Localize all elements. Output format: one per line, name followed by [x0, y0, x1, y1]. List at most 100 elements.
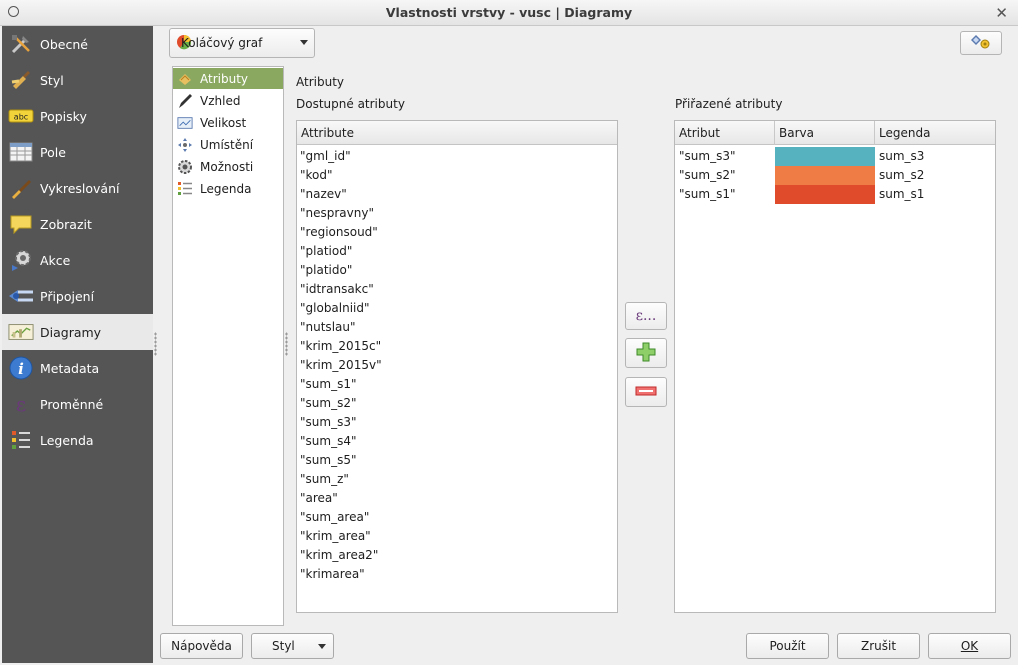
available-attributes-table: Attribute "gml_id" "kod" "nazev" "nespra… — [296, 120, 618, 613]
list-item[interactable]: "sum_s5" — [300, 451, 356, 470]
window-title: Vlastnosti vrstvy - vusc | Diagramy — [385, 5, 633, 20]
sidebar-splitter[interactable] — [154, 332, 157, 356]
list-item[interactable]: "krimarea" — [300, 565, 365, 584]
sidebar-item-label: Popisky — [40, 108, 87, 124]
diagram-type-select[interactable]: Koláčový graf — [169, 28, 315, 58]
list-item[interactable]: "krim_2015c" — [300, 337, 381, 356]
svg-text:abc: abc — [14, 113, 28, 122]
expression-label: ε... — [635, 308, 657, 324]
sidebar-item-label: Legenda — [40, 432, 94, 448]
ok-button[interactable]: OK — [928, 633, 1011, 659]
list-item[interactable]: "platiod" — [300, 242, 352, 261]
placement-icon — [177, 137, 193, 153]
sidebar-item-akce[interactable]: Akce — [2, 242, 153, 278]
list-item[interactable]: "sum_s4" — [300, 432, 356, 451]
pen-icon — [177, 93, 193, 109]
list-item[interactable]: "krim_2015v" — [300, 356, 382, 375]
list-item[interactable]: "area" — [300, 489, 338, 508]
layer-settings-icon — [970, 34, 992, 53]
diagram-type-value: Koláčový graf — [181, 36, 263, 50]
table-row[interactable]: "sum_s2" sum_s2 — [675, 166, 993, 185]
list-item[interactable]: "nutslau" — [300, 318, 356, 337]
sidebar-item-label: Akce — [40, 252, 71, 268]
diagram-subnav: Atributy Vzhled Velikost Umístění Možnos… — [172, 66, 284, 626]
add-attribute-button[interactable] — [625, 338, 667, 368]
column-header-atribut[interactable]: Atribut — [675, 121, 775, 145]
subnav-item-velikost[interactable]: Velikost — [173, 112, 283, 133]
chevron-down-icon — [300, 40, 308, 45]
color-swatch[interactable] — [775, 166, 875, 185]
sidebar-item-metadata[interactable]: i Metadata — [2, 350, 153, 386]
list-item[interactable]: "krim_area2" — [300, 546, 378, 565]
subnav-item-label: Atributy — [200, 71, 248, 86]
list-item[interactable]: "sum_z" — [300, 470, 349, 489]
table-header: Attribute — [297, 121, 617, 145]
sidebar-item-vykreslovani[interactable]: Vykreslování — [2, 170, 153, 206]
sidebar-item-legenda[interactable]: Legenda — [2, 422, 153, 458]
plus-icon — [636, 342, 656, 365]
list-item[interactable]: "nazev" — [300, 185, 347, 204]
color-swatch[interactable] — [775, 147, 875, 166]
subnav-item-atributy[interactable]: Atributy — [173, 68, 283, 89]
sidebar-item-label: Styl — [40, 72, 64, 88]
list-item[interactable]: "kod" — [300, 166, 333, 185]
sidebar-item-obecne[interactable]: Obecné — [2, 26, 153, 62]
column-header-barva[interactable]: Barva — [775, 121, 875, 145]
table-header: Atribut Barva Legenda — [675, 121, 995, 145]
sidebar-item-zobrazit[interactable]: Zobrazit — [2, 206, 153, 242]
list-item[interactable]: "regionsoud" — [300, 223, 378, 242]
list-item[interactable]: "krim_area" — [300, 527, 371, 546]
sidebar-item-pole[interactable]: Pole — [2, 134, 153, 170]
list-item[interactable]: "sum_s3" — [300, 413, 356, 432]
subnav-item-moznosti[interactable]: Možnosti — [173, 156, 283, 177]
list-item[interactable]: "sum_s2" — [300, 394, 356, 413]
attribute-cell[interactable]: "sum_s1" — [675, 185, 775, 204]
subnav-item-legenda[interactable]: Legenda — [173, 178, 283, 199]
title-bar: Vlastnosti vrstvy - vusc | Diagramy ✕ — [0, 0, 1018, 26]
list-item[interactable]: "sum_s1" — [300, 375, 356, 394]
cancel-button-label: Zrušit — [860, 639, 897, 653]
attribute-cell[interactable]: "sum_s3" — [675, 147, 775, 166]
sidebar-item-popisky[interactable]: abc Popisky — [2, 98, 153, 134]
list-item[interactable]: "nespravny" — [300, 204, 374, 223]
subnav-splitter[interactable] — [285, 332, 288, 356]
sidebar-item-pripojeni[interactable]: Připojení — [2, 278, 153, 314]
list-item[interactable]: "gml_id" — [300, 147, 351, 166]
attribute-cell[interactable]: "sum_s2" — [675, 166, 775, 185]
sidebar-item-styl[interactable]: Styl — [2, 62, 153, 98]
list-item[interactable]: "globalniid" — [300, 299, 370, 318]
cancel-button[interactable]: Zrušit — [837, 633, 920, 659]
svg-text:ε: ε — [16, 392, 26, 416]
expression-button[interactable]: ε... — [625, 302, 667, 330]
sidebar-item-label: Zobrazit — [40, 216, 92, 232]
subnav-item-vzhled[interactable]: Vzhled — [173, 90, 283, 111]
diagram-settings-button[interactable] — [960, 31, 1002, 55]
legend-cell[interactable]: sum_s3 — [875, 147, 993, 166]
list-item[interactable]: "sum_area" — [300, 508, 369, 527]
table-row[interactable]: "sum_s1" sum_s1 — [675, 185, 993, 204]
sidebar-item-label: Obecné — [40, 36, 88, 52]
subnav-item-label: Vzhled — [200, 93, 241, 108]
list-item[interactable]: "idtransakc" — [300, 280, 374, 299]
legend-cell[interactable]: sum_s1 — [875, 185, 993, 204]
color-swatch[interactable] — [775, 185, 875, 204]
subnav-item-umisteni[interactable]: Umístění — [173, 134, 283, 155]
sidebar-item-diagramy[interactable]: Diagramy — [2, 314, 153, 350]
diagram-icon — [8, 319, 34, 345]
chevron-down-icon — [318, 644, 326, 649]
style-menu-button[interactable]: Styl — [251, 633, 334, 659]
column-header-attribute[interactable]: Attribute — [297, 121, 617, 145]
close-icon[interactable]: ✕ — [995, 4, 1008, 22]
remove-attribute-button[interactable] — [625, 377, 667, 407]
help-button[interactable]: Nápověda — [160, 633, 243, 659]
table-row[interactable]: "sum_s3" sum_s3 — [675, 147, 993, 166]
join-icon — [8, 283, 34, 309]
apply-button[interactable]: Použít — [746, 633, 829, 659]
subnav-item-label: Umístění — [200, 137, 254, 152]
legend-cell[interactable]: sum_s2 — [875, 166, 993, 185]
help-button-label: Nápověda — [171, 639, 232, 653]
column-header-legenda[interactable]: Legenda — [875, 121, 995, 145]
ok-button-label: OK — [960, 639, 979, 653]
list-item[interactable]: "platido" — [300, 261, 352, 280]
sidebar-item-promenne[interactable]: ε Proměnné — [2, 386, 153, 422]
